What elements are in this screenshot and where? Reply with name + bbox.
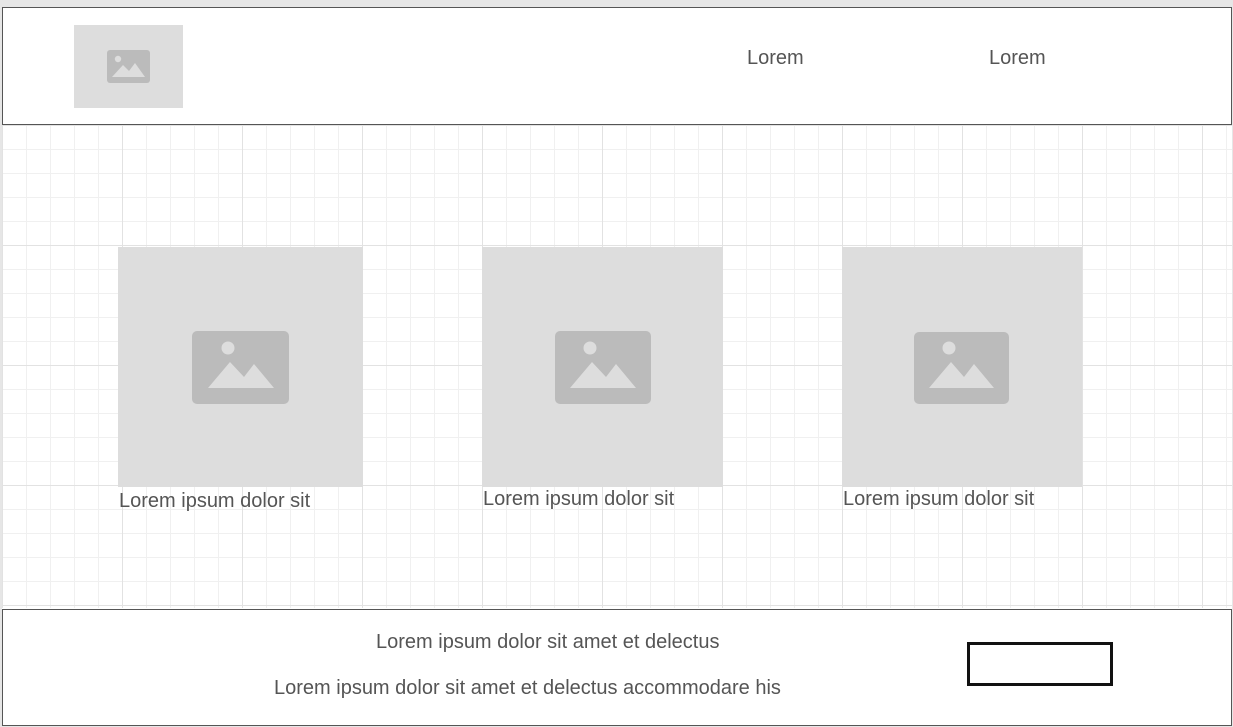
footer-button[interactable] bbox=[967, 642, 1113, 686]
card-image[interactable] bbox=[842, 247, 1082, 487]
main-content: Lorem ipsum dolor sit Lorem ipsum dolor … bbox=[2, 125, 1232, 608]
image-placeholder-icon bbox=[914, 332, 1009, 404]
nav-link-1[interactable]: Lorem bbox=[747, 47, 804, 69]
card-caption: Lorem ipsum dolor sit bbox=[843, 488, 1035, 510]
card-image[interactable] bbox=[482, 247, 723, 487]
footer-text-1: Lorem ipsum dolor sit amet et delectus bbox=[376, 631, 720, 653]
nav-link-2[interactable]: Lorem bbox=[989, 47, 1046, 69]
card-caption: Lorem ipsum dolor sit bbox=[483, 488, 675, 510]
image-placeholder-icon bbox=[555, 331, 651, 404]
header: Lorem Lorem bbox=[2, 7, 1232, 125]
image-placeholder-icon bbox=[192, 331, 289, 404]
image-placeholder-icon bbox=[107, 50, 150, 83]
footer-text-2: Lorem ipsum dolor sit amet et delectus a… bbox=[274, 677, 781, 699]
card-caption: Lorem ipsum dolor sit bbox=[119, 490, 311, 512]
card-image[interactable] bbox=[118, 247, 363, 487]
footer: Lorem ipsum dolor sit amet et delectus L… bbox=[2, 609, 1232, 726]
logo[interactable] bbox=[74, 25, 183, 108]
